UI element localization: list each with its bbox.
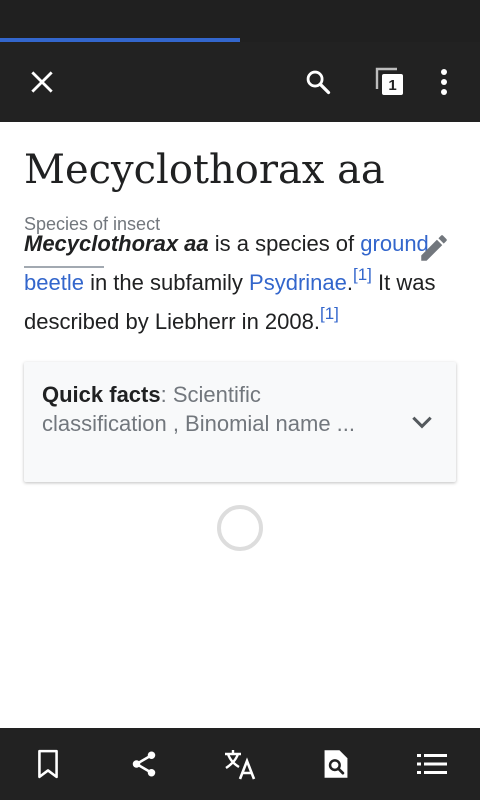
bookmark-icon: [38, 749, 58, 779]
pencil-icon: [421, 235, 447, 261]
reference-2[interactable]: [1]: [320, 304, 339, 323]
intro-paragraph: Mecyclothorax aa is a species of ground …: [24, 224, 460, 341]
table-of-contents-button[interactable]: [408, 740, 456, 788]
intro-text-1: is a species of: [208, 231, 361, 256]
find-in-page-button[interactable]: [312, 740, 360, 788]
article-content: Mecyclothorax aa Species of insect Mecyc…: [0, 122, 480, 728]
find-in-page-icon: [324, 750, 348, 778]
close-icon: [31, 71, 53, 93]
status-bar: [0, 0, 480, 38]
translate-icon: [225, 750, 256, 780]
loading-spinner: [217, 505, 263, 551]
share-button[interactable]: [120, 740, 168, 788]
species-name: Mecyclothorax aa: [24, 231, 209, 256]
bottom-toolbar: [0, 728, 480, 800]
tabs-icon: 1: [375, 67, 403, 95]
save-page-button[interactable]: [24, 740, 72, 788]
intro-text-2: in the subfamily: [83, 270, 250, 295]
search-button[interactable]: [294, 58, 342, 106]
chevron-down-icon: [412, 416, 432, 429]
page-title: Mecyclothorax aa: [24, 147, 385, 193]
overflow-menu-icon: [441, 69, 447, 95]
quick-facts-text: Quick facts: Scientific classification ,…: [42, 380, 382, 438]
reference-1[interactable]: [1]: [353, 265, 372, 284]
overflow-menu-button[interactable]: [420, 58, 468, 106]
tab-count: 1: [388, 77, 396, 94]
quick-facts-label: Quick facts: [42, 382, 161, 407]
search-icon: [306, 70, 331, 95]
quick-facts-expand[interactable]: [404, 404, 440, 440]
change-language-button[interactable]: [216, 740, 264, 788]
top-toolbar: 1: [0, 42, 480, 122]
tabs-button[interactable]: 1: [366, 58, 414, 106]
link-psydrinae[interactable]: Psydrinae: [249, 270, 347, 295]
contents-icon: [417, 754, 447, 774]
edit-description-button[interactable]: [414, 228, 454, 268]
quick-facts-card[interactable]: Quick facts: Scientific classification ,…: [24, 362, 456, 482]
share-icon: [132, 751, 156, 777]
close-button[interactable]: [18, 58, 66, 106]
